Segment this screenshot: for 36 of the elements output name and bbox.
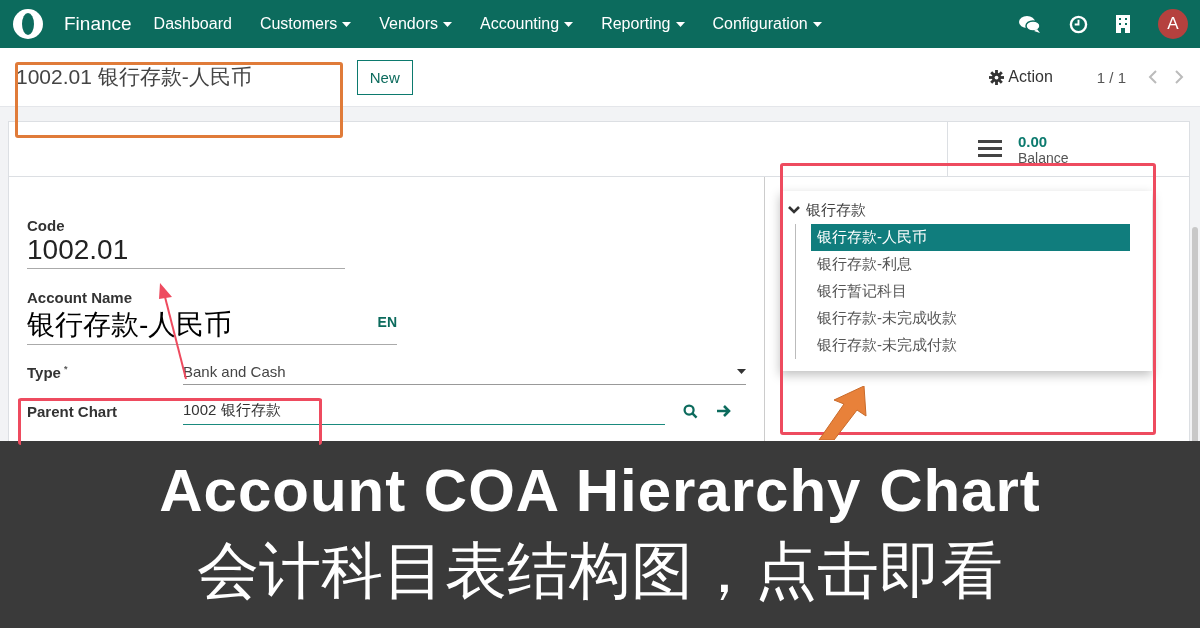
tree-item[interactable]: 银行存款-人民币 <box>811 224 1130 251</box>
action-button[interactable]: Action <box>983 67 1059 87</box>
tree-item[interactable]: 银行存款-未完成收款 <box>811 305 1130 332</box>
menu-item[interactable]: Dashboard <box>153 15 232 33</box>
tree-node[interactable]: 银行存款 <box>788 201 1152 220</box>
banner-title: Account COA Hierarchy Chart <box>159 456 1041 525</box>
field-label: Parent Chart <box>27 402 119 420</box>
banner-subtitle: 会计科目表结构图，点击即看 <box>197 535 1003 607</box>
tree-item[interactable]: 银行存款-未完成付款 <box>811 332 1130 359</box>
logo-icon <box>12 8 44 40</box>
field-label: Code <box>27 217 66 234</box>
menu-item[interactable]: Vendors <box>379 15 452 33</box>
parent-field[interactable]: 1002 银行存款 <box>183 397 665 425</box>
language-button[interactable]: EN <box>377 314 397 344</box>
field-label: Account Name <box>27 289 134 306</box>
menu-item[interactable]: Customers <box>259 15 352 33</box>
chat-icon[interactable] <box>1019 15 1041 33</box>
code-field[interactable]: 1002.01 <box>27 234 345 269</box>
record-title: 1002.01 银行存款-人民币 <box>16 64 252 90</box>
clock-icon[interactable] <box>1069 14 1088 34</box>
gear-icon <box>989 69 1005 85</box>
user-avatar[interactable]: A <box>1158 9 1188 39</box>
new-button[interactable]: New <box>356 59 413 95</box>
list-icon <box>978 139 1002 159</box>
menu-item[interactable]: Accounting <box>479 15 574 33</box>
type-select[interactable]: Bank and Cash <box>183 359 746 385</box>
menu-item[interactable]: Configuration <box>712 15 822 33</box>
app-name[interactable]: Finance <box>64 13 132 35</box>
required-mark: * <box>63 363 68 374</box>
building-icon[interactable] <box>1116 15 1130 33</box>
tree-item[interactable]: 银行暂记科目 <box>811 278 1130 305</box>
menu-item[interactable]: Reporting <box>601 15 685 33</box>
pager: 1 / 1 <box>1096 68 1126 86</box>
field-label: Type $^{*}$ <box>27 363 69 381</box>
tree-item[interactable]: 银行存款-利息 <box>811 251 1130 278</box>
caret-icon <box>737 369 746 374</box>
